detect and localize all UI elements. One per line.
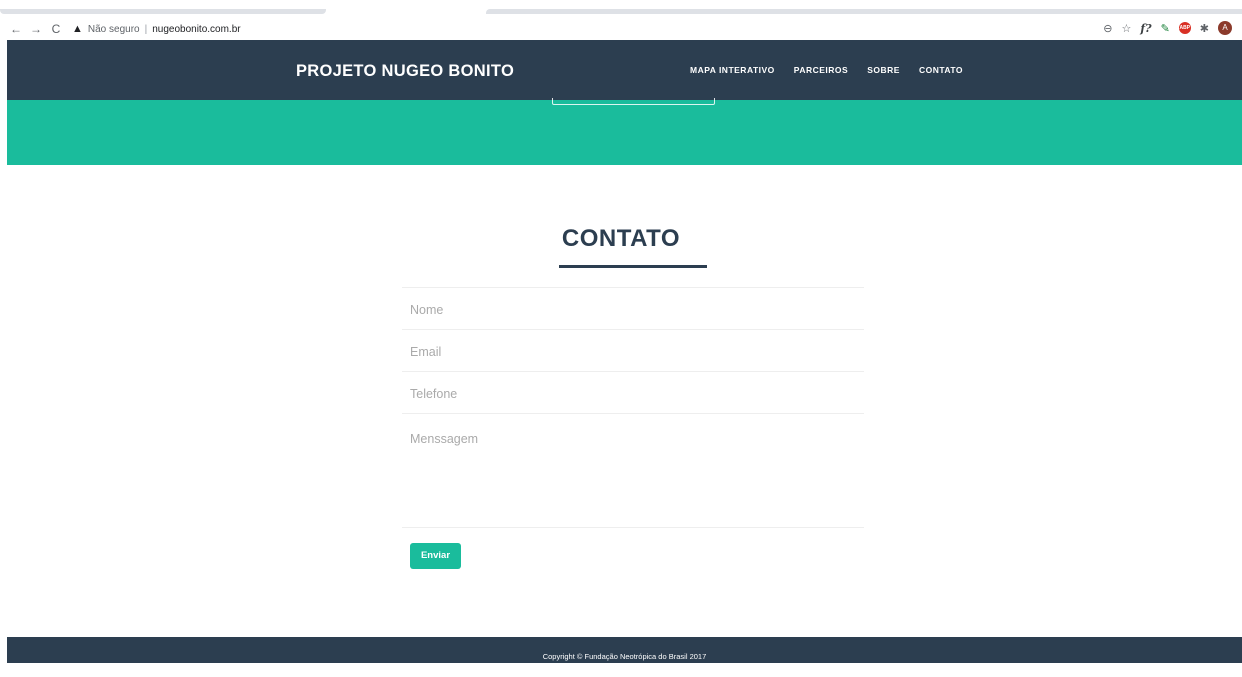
reload-icon[interactable]: C [48, 22, 64, 36]
tab-strip [0, 0, 1242, 18]
pen-icon[interactable]: ✎ [1161, 22, 1170, 35]
copyright-text: Copyright © Fundação Neotrópica do Brasi… [542, 652, 707, 661]
adblock-icon[interactable]: ABP [1178, 22, 1191, 34]
formula-icon[interactable]: f? [1140, 22, 1151, 35]
avatar-icon[interactable]: A [1218, 21, 1232, 35]
site-brand[interactable]: PROJETO NUGEO BONITO [296, 62, 514, 81]
email-field[interactable]: Email [402, 329, 864, 371]
puzzle-icon[interactable]: ✱ [1200, 22, 1209, 35]
address-bar[interactable]: ▲ Não seguro | nugeobonito.com.br [72, 23, 241, 35]
zoom-icon[interactable]: ⊖ [1103, 22, 1112, 35]
tab[interactable] [0, 9, 326, 14]
message-field[interactable]: Menssagem [402, 413, 864, 528]
menu-item-contato[interactable]: CONTATO [919, 65, 963, 75]
star-icon[interactable]: ☆ [1122, 22, 1132, 35]
title-underline [559, 265, 707, 268]
name-field[interactable]: Nome [402, 287, 864, 329]
contact-title: CONTATO [561, 225, 681, 252]
footer: Copyright © Fundação Neotrópica do Brasi… [7, 637, 1242, 663]
menu-item-sobre[interactable]: SOBRE [867, 65, 900, 75]
menu-item-parceiros[interactable]: PARCEIROS [794, 65, 848, 75]
arrow-left-icon[interactable]: ← [8, 22, 24, 36]
url-separator: | [144, 23, 148, 35]
hero-button-outline[interactable] [552, 98, 715, 105]
arrow-right-icon[interactable]: → [28, 22, 44, 36]
phone-field[interactable]: Telefone [402, 371, 864, 413]
extension-toolbar: ⊖ ☆ f? ✎ ABP ✱ A [1103, 21, 1232, 35]
warning-icon[interactable]: ▲ [72, 23, 83, 35]
menu-item-mapa-interativo[interactable]: MAPA INTERATIVO [690, 65, 775, 75]
main-menu: MAPA INTERATIVO PARCEIROS SOBRE CONTATO [690, 65, 982, 75]
browser-toolbar: ← → C ▲ Não seguro | nugeobonito.com.br … [0, 18, 1242, 40]
security-label[interactable]: Não seguro [88, 24, 140, 35]
hero-band [7, 98, 1242, 165]
contact-form: Nome Email Telefone Menssagem [402, 287, 864, 528]
tab-bar-background [486, 9, 1242, 14]
url-text[interactable]: nugeobonito.com.br [152, 24, 240, 35]
site-navbar: PROJETO NUGEO BONITO MAPA INTERATIVO PAR… [7, 40, 1242, 100]
send-button[interactable]: Enviar [410, 543, 461, 569]
